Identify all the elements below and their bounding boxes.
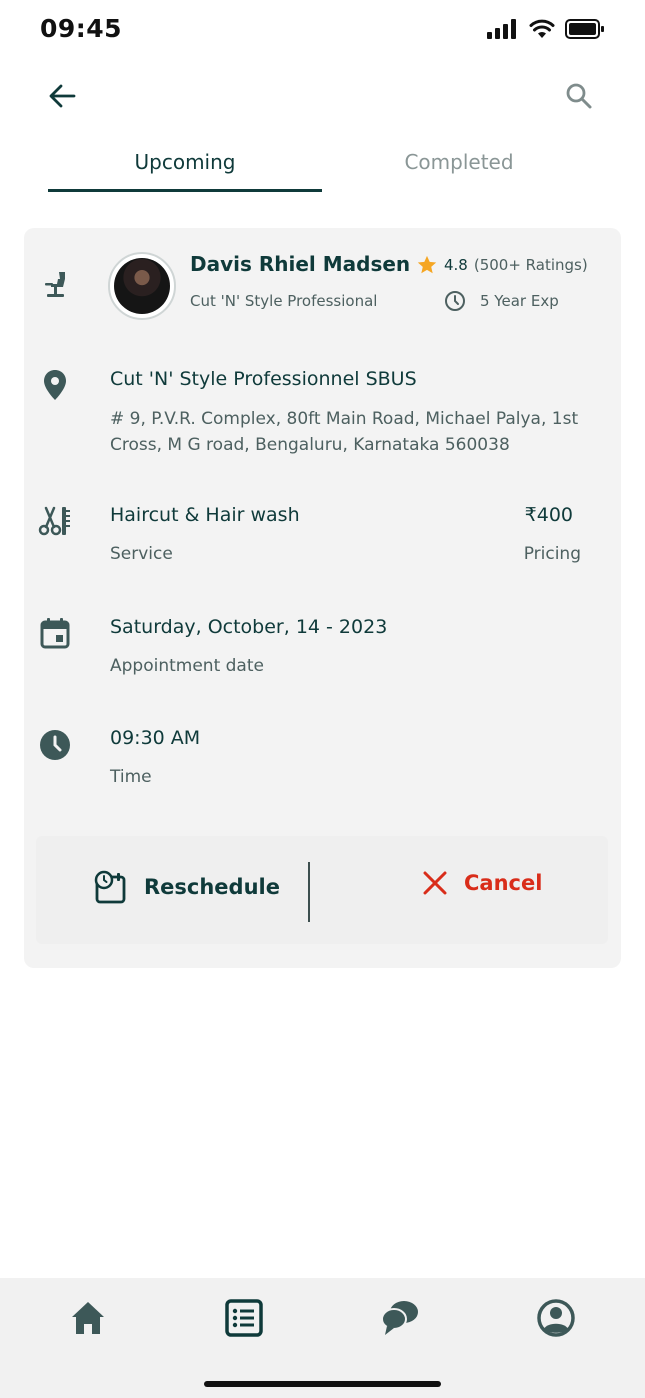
tab-upcoming[interactable]: Upcoming bbox=[48, 138, 322, 194]
star-icon bbox=[417, 255, 437, 274]
appointment-card: Davis Rhiel Madsen Cut 'N' Style Profess… bbox=[24, 228, 621, 968]
appointment-date-label: Appointment date bbox=[110, 656, 264, 676]
status-icons bbox=[487, 18, 605, 40]
battery-icon bbox=[565, 19, 604, 39]
action-divider bbox=[308, 862, 310, 922]
barber-chair-icon bbox=[38, 268, 72, 302]
nav-home[interactable] bbox=[66, 1296, 110, 1340]
appointment-tabs: Upcoming Completed bbox=[48, 138, 596, 194]
profile-icon bbox=[537, 1299, 575, 1337]
pricing-label: Pricing bbox=[523, 544, 581, 564]
bottom-nav bbox=[0, 1278, 645, 1398]
home-indicator bbox=[204, 1381, 441, 1387]
cancel-button[interactable]: Cancel bbox=[422, 870, 542, 896]
service-name: Haircut & Hair wash bbox=[110, 504, 300, 526]
experience-label: 5 Year Exp bbox=[480, 292, 559, 310]
experience: 5 Year Exp bbox=[444, 290, 559, 312]
clock-icon bbox=[38, 728, 72, 762]
clock-outline-icon bbox=[445, 291, 465, 311]
appointment-date: Saturday, October, 14 - 2023 bbox=[110, 616, 388, 638]
chat-icon bbox=[381, 1301, 418, 1335]
avatar bbox=[108, 252, 176, 320]
status-bar: 09:45 bbox=[0, 0, 645, 62]
arrow-left-icon bbox=[49, 84, 76, 108]
wifi-icon bbox=[529, 19, 555, 38]
avatar-photo bbox=[114, 258, 170, 314]
list-icon bbox=[225, 1299, 263, 1337]
close-icon bbox=[423, 871, 447, 895]
search-button[interactable] bbox=[561, 78, 597, 114]
salon-address: # 9, P.V.R. Complex, 80ft Main Road, Mic… bbox=[110, 409, 579, 455]
home-icon bbox=[72, 1302, 104, 1334]
signal-icon bbox=[487, 19, 516, 39]
calendar-icon bbox=[38, 616, 72, 650]
professional-name: Davis Rhiel Madsen bbox=[190, 252, 411, 276]
reschedule-label: Reschedule bbox=[144, 875, 280, 899]
rating: 4.8 (500+ Ratings) bbox=[416, 254, 588, 276]
top-bar bbox=[0, 70, 645, 120]
calendar-clock-icon bbox=[94, 870, 126, 904]
status-time: 09:45 bbox=[40, 14, 123, 43]
service-label: Service bbox=[110, 544, 173, 564]
nav-chat[interactable] bbox=[378, 1296, 422, 1340]
rating-value: 4.8 bbox=[444, 256, 468, 274]
salon-name: Cut 'N' Style Professionnel SBUS bbox=[110, 368, 417, 390]
reschedule-button[interactable]: Reschedule bbox=[94, 870, 280, 904]
appointment-time-label: Time bbox=[110, 767, 152, 787]
appointment-actions: Reschedule Cancel bbox=[36, 836, 608, 944]
tab-completed[interactable]: Completed bbox=[322, 138, 596, 194]
scissors-comb-icon bbox=[38, 504, 72, 538]
back-button[interactable] bbox=[44, 78, 80, 114]
nav-appointments[interactable] bbox=[222, 1296, 266, 1340]
nav-profile[interactable] bbox=[534, 1296, 578, 1340]
location-pin-icon bbox=[38, 368, 72, 402]
professional-title: Cut 'N' Style Professional bbox=[190, 292, 378, 310]
cancel-label: Cancel bbox=[464, 871, 543, 895]
service-price: ₹400 bbox=[524, 504, 573, 526]
rating-count: (500+ Ratings) bbox=[473, 256, 588, 274]
appointment-time: 09:30 AM bbox=[110, 727, 201, 749]
search-icon bbox=[566, 83, 592, 109]
